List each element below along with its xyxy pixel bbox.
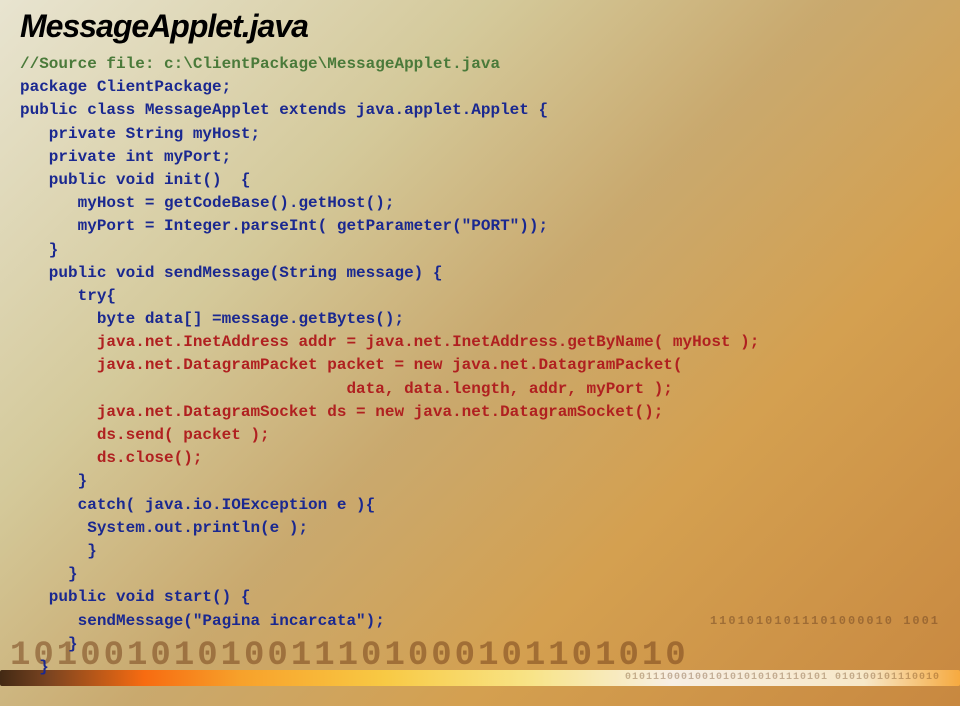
code-line: package ClientPackage; (20, 76, 940, 99)
code-line: System.out.println(e ); (20, 517, 940, 540)
code-line: public class MessageApplet extends java.… (20, 99, 940, 122)
code-line: public void init() { (20, 169, 940, 192)
code-line: myHost = getCodeBase().getHost(); (20, 192, 940, 215)
code-line: } (20, 239, 940, 262)
code-line: public void start() { (20, 586, 940, 609)
code-line: } (20, 563, 940, 586)
code-line-highlight: java.net.InetAddress addr = java.net.Ine… (20, 331, 940, 354)
code-line: byte data[] =message.getBytes(); (20, 308, 940, 331)
code-line-highlight: ds.close(); (20, 447, 940, 470)
code-line: private String myHost; (20, 123, 940, 146)
page-title: MessageApplet.java (20, 8, 940, 45)
code-line: } (20, 633, 940, 656)
code-line: try{ (20, 285, 940, 308)
code-line-highlight: java.net.DatagramSocket ds = new java.ne… (20, 401, 940, 424)
code-line: myPort = Integer.parseInt( getParameter(… (20, 215, 940, 238)
code-line: catch( java.io.IOException e ){ (20, 494, 940, 517)
code-line: } (20, 540, 940, 563)
code-line-highlight: data, data.length, addr, myPort ); (20, 378, 940, 401)
code-comment: //Source file: c:\ClientPackage\MessageA… (20, 53, 940, 76)
code-line-highlight: java.net.DatagramPacket packet = new jav… (20, 354, 940, 377)
code-line: sendMessage("Pagina incarcata"); (20, 610, 940, 633)
code-line: } (20, 656, 940, 679)
code-line: } (20, 470, 940, 493)
code-line-highlight: ds.send( packet ); (20, 424, 940, 447)
code-line: public void sendMessage(String message) … (20, 262, 940, 285)
code-line: private int myPort; (20, 146, 940, 169)
